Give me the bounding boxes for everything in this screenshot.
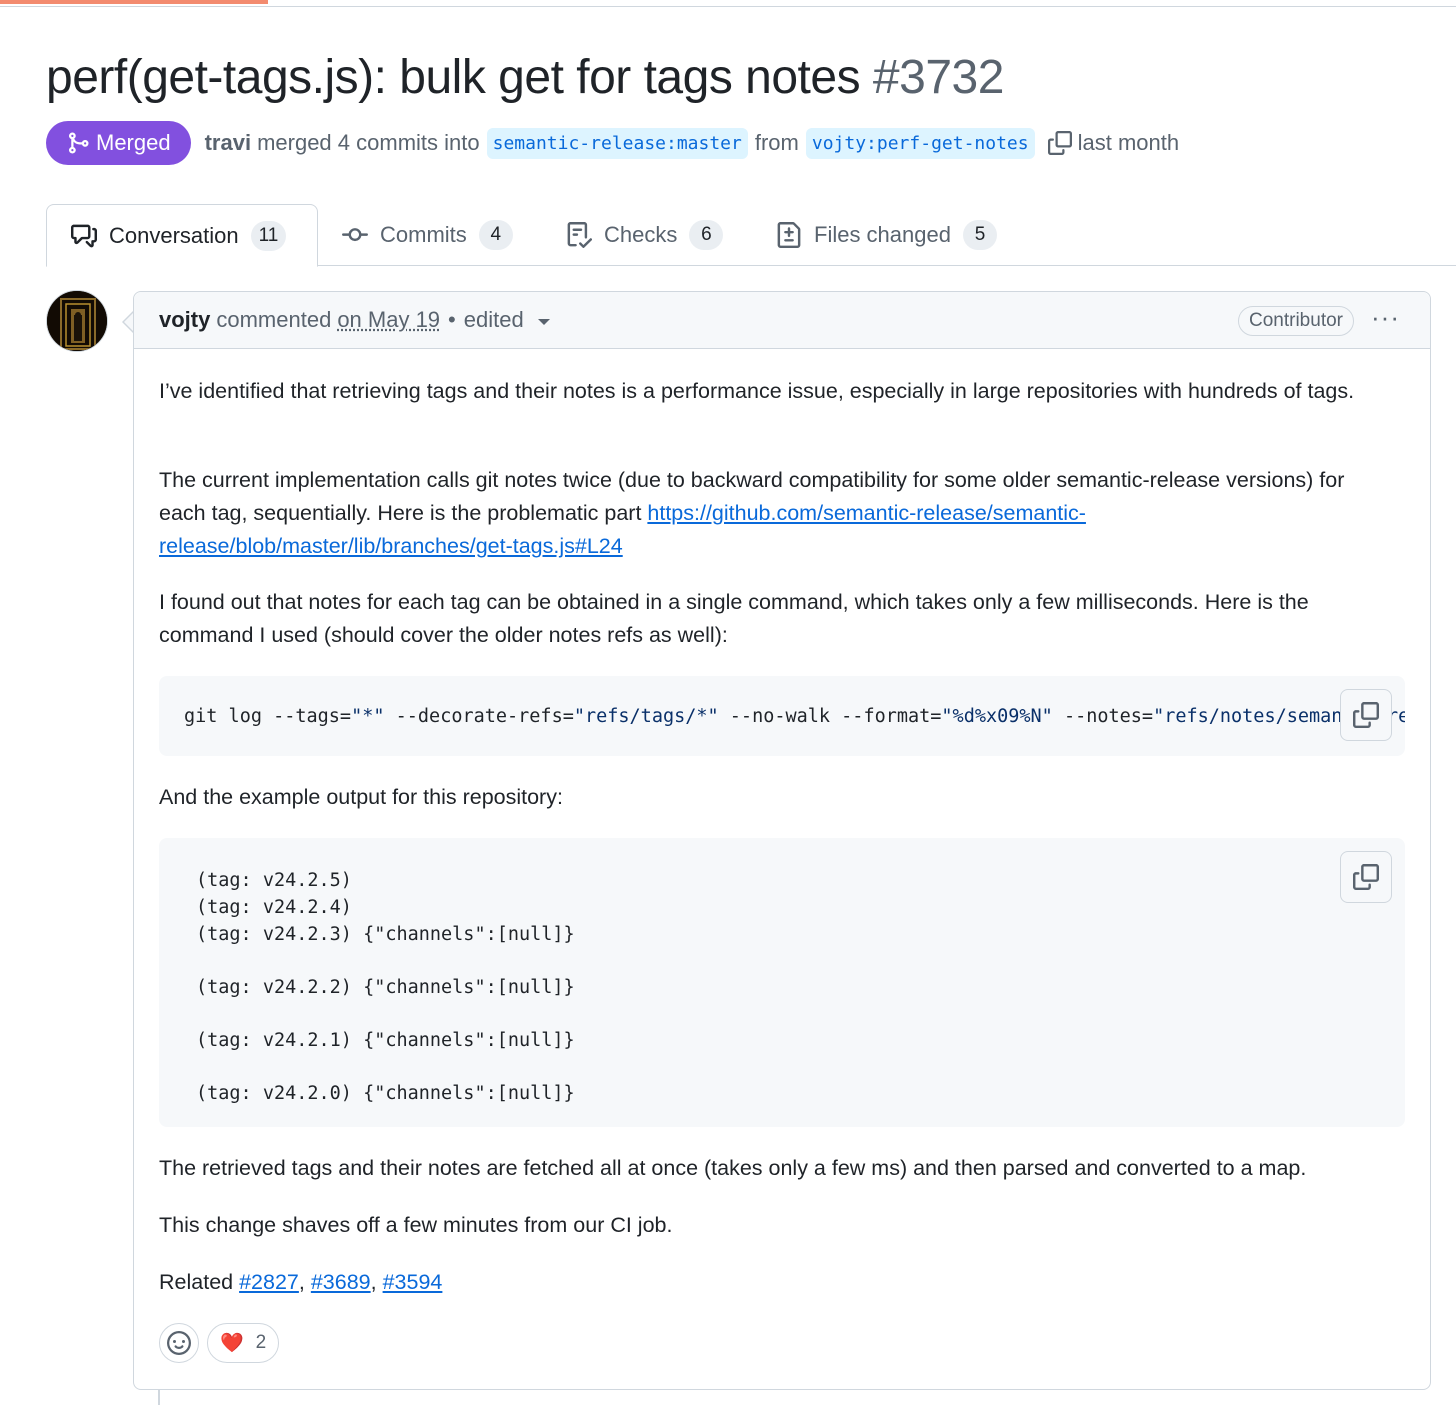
tab-checks-count: 6	[689, 220, 724, 250]
commit-icon	[342, 228, 368, 242]
output-code-block: (tag: v24.2.5) (tag: v24.2.4) (tag: v24.…	[159, 838, 1405, 1127]
progress-bar-fill	[0, 0, 268, 4]
tab-conversation[interactable]: Conversation 11	[46, 204, 318, 267]
comment-action: commented	[216, 307, 332, 332]
base-branch[interactable]: semantic-release:master	[486, 127, 748, 159]
checklist-icon	[567, 222, 592, 248]
cmd-nowalk: --no-walk --format=	[718, 706, 942, 727]
edited-dropdown-icon[interactable]	[537, 318, 550, 325]
edited-label[interactable]: edited	[464, 307, 524, 333]
pr-meta: Merged travi merged 4 commits into seman…	[46, 121, 1179, 165]
output-line: (tag: v24.2.1) {"channels":[null]}	[196, 1030, 575, 1051]
copy-output-button[interactable]	[1340, 851, 1392, 903]
merge-text: merged 4 commits into	[257, 130, 480, 155]
cmd-format-value: "%d%x09%N"	[941, 706, 1053, 727]
output-line: (tag: v24.2.0) {"channels":[null]}	[196, 1083, 575, 1104]
tab-files-changed-count: 5	[962, 220, 997, 250]
related-separator: ,	[370, 1270, 383, 1294]
page-load-progress	[0, 0, 1456, 7]
copy-branch-icon[interactable]	[1047, 131, 1072, 155]
comment-author[interactable]: vojty	[159, 307, 210, 333]
conversation-icon	[71, 224, 97, 247]
kebab-menu-icon[interactable]: ···	[1371, 304, 1400, 330]
copy-command-button[interactable]	[1340, 689, 1392, 741]
avatar[interactable]	[46, 290, 108, 352]
heart-reaction-count: 2	[255, 1332, 267, 1353]
cmd-part: git log --tags=	[184, 706, 352, 727]
copy-icon	[1353, 864, 1379, 890]
tab-commits-count: 4	[478, 220, 513, 250]
avatar-image	[47, 291, 107, 351]
comment-card: vojty commented on May 19 • edited Contr…	[133, 291, 1431, 1390]
merger-link[interactable]: travi	[205, 130, 251, 156]
file-diff-icon	[777, 222, 801, 248]
git-merge-icon	[69, 132, 89, 154]
output-line: (tag: v24.2.3) {"channels":[null]}	[196, 924, 575, 945]
tab-checks-label: Checks	[604, 222, 678, 247]
related-link-2827[interactable]: #2827	[239, 1270, 299, 1294]
paragraph-related: Related #2827, #3689, #3594	[159, 1266, 1389, 1299]
add-reaction-button[interactable]	[159, 1323, 199, 1363]
cmd-decorate-value: "refs/tags/*"	[573, 706, 719, 727]
reactions-bar: ❤️ 2	[159, 1323, 280, 1363]
related-label: Related	[159, 1270, 240, 1294]
status-badge-label: Merged	[96, 130, 171, 155]
comment-header: vojty commented on May 19 • edited Contr…	[134, 292, 1430, 349]
tab-conversation-count: 11	[250, 220, 287, 251]
paragraph-example-output: And the example output for this reposito…	[159, 785, 563, 809]
cmd-tags-value: "*"	[351, 706, 385, 727]
separator-dot: •	[448, 307, 456, 332]
paragraph-fetch: The retrieved tags and their notes are f…	[159, 1156, 1307, 1180]
heart-icon: ❤️	[220, 1333, 244, 1354]
head-branch[interactable]: vojty:perf-get-notes	[805, 127, 1035, 159]
status-badge: Merged	[46, 121, 191, 165]
from-text: from	[754, 130, 799, 155]
tab-commits[interactable]: Commits 4	[342, 204, 513, 266]
tab-files-changed[interactable]: Files changed 5	[776, 204, 997, 266]
related-link-3594[interactable]: #3594	[383, 1270, 443, 1294]
cmd-notes: --notes=	[1052, 706, 1154, 727]
heart-reaction-button[interactable]: ❤️ 2	[207, 1323, 280, 1363]
cmd-decorate: --decorate-refs=	[384, 706, 574, 727]
output-line: (tag: v24.2.2) {"channels":[null]}	[196, 977, 575, 998]
contributor-badge: Contributor	[1238, 306, 1354, 336]
tab-commits-label: Commits	[380, 222, 467, 247]
timeline-connector	[158, 1390, 160, 1405]
paragraph-solution: I found out that notes for each tag can …	[159, 590, 1309, 647]
pr-title-text: perf(get-tags.js): bulk get for tags not…	[46, 51, 861, 104]
related-link-3689[interactable]: #3689	[311, 1270, 371, 1294]
command-code-block: git log --tags="*" --decorate-refs="refs…	[159, 676, 1405, 756]
paragraph-ci: This change shaves off a few minutes fro…	[159, 1213, 673, 1237]
tab-checks[interactable]: Checks 6	[566, 204, 724, 266]
smiley-icon	[167, 1331, 191, 1355]
pr-tabs: Conversation 11 Commits 4 Checks 6 Files…	[46, 204, 1456, 267]
tab-conversation-label: Conversation	[109, 222, 239, 248]
related-separator: ,	[298, 1270, 311, 1294]
comment-date[interactable]: on May 19	[337, 307, 440, 333]
pr-number: #3732	[872, 51, 1004, 104]
pr-title: perf(get-tags.js): bulk get for tags not…	[46, 48, 1004, 108]
time-ago: last month	[1077, 130, 1180, 155]
tab-files-changed-label: Files changed	[814, 222, 951, 247]
command-line: git log --tags="*" --decorate-refs="refs…	[184, 700, 1405, 733]
paragraph-current-impl: The current implementation calls git not…	[159, 464, 1389, 563]
paragraph-intro: I’ve identified that retrieving tags and…	[159, 379, 1355, 403]
copy-icon	[1353, 702, 1379, 728]
